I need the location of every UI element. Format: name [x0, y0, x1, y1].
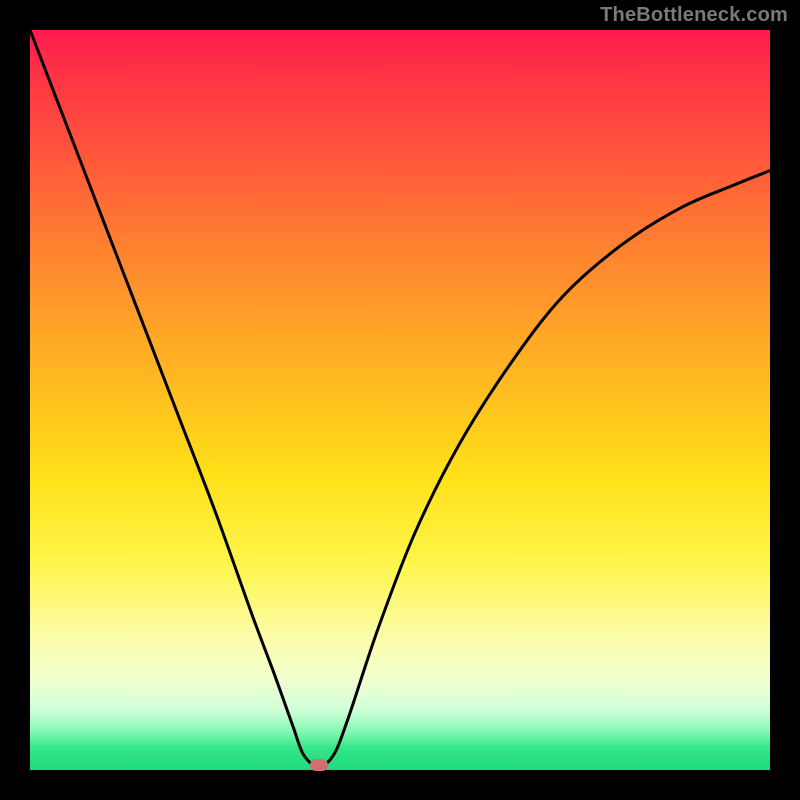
chart-container: TheBottleneck.com [0, 0, 800, 800]
optimal-point-marker [310, 759, 328, 771]
watermark-text: TheBottleneck.com [600, 4, 788, 27]
plot-area [30, 30, 770, 770]
bottleneck-curve [30, 30, 770, 770]
